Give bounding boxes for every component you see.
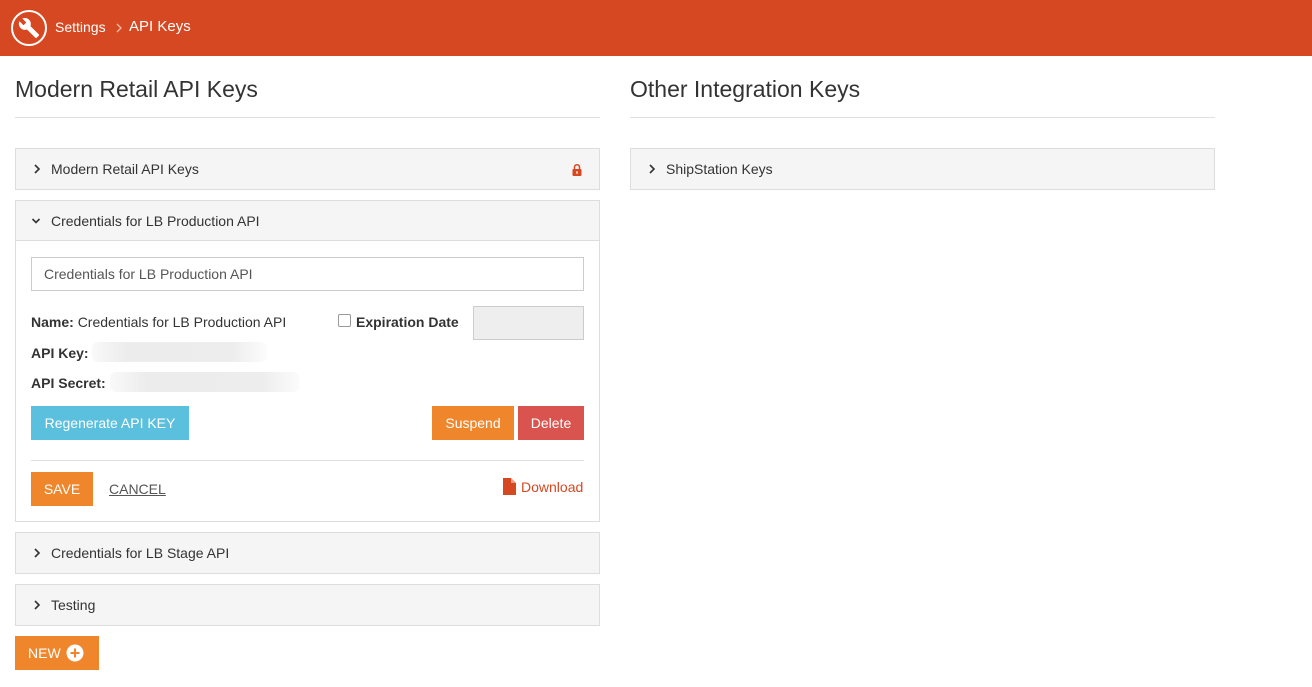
- panel-header[interactable]: Testing: [16, 585, 599, 625]
- panel-lb-production-api: Credentials for LB Production API Name: …: [15, 200, 600, 522]
- download-label: Download: [521, 478, 584, 495]
- section-divider: [15, 117, 600, 118]
- chevron-down-icon: [31, 218, 41, 224]
- expiration-checkbox[interactable]: [338, 314, 351, 327]
- breadcrumb-api-keys: API Keys: [129, 18, 191, 35]
- api-key-label: API Key:: [31, 345, 89, 361]
- panel-title: ShipStation Keys: [666, 161, 773, 177]
- panel-title: Credentials for LB Production API: [51, 213, 260, 229]
- cancel-link[interactable]: CANCEL: [109, 481, 166, 497]
- panel-shipstation-keys[interactable]: ShipStation Keys: [630, 148, 1215, 190]
- chevron-right-icon: [34, 548, 41, 558]
- panel-title: Testing: [51, 597, 96, 613]
- panel-header[interactable]: ShipStation Keys: [631, 149, 1214, 189]
- api-key-value-redacted: [92, 342, 267, 362]
- new-button[interactable]: NEW: [15, 636, 99, 670]
- save-button[interactable]: SAVE: [31, 472, 93, 506]
- download-link[interactable]: Download: [502, 478, 583, 495]
- breadcrumb-settings[interactable]: Settings: [55, 19, 106, 35]
- api-secret-label: API Secret:: [31, 375, 106, 391]
- section-title-other-integration: Other Integration Keys: [630, 76, 861, 102]
- delete-button[interactable]: Delete: [518, 406, 584, 440]
- file-icon: [503, 478, 516, 495]
- plus-circle-icon: [66, 644, 84, 662]
- panel-testing[interactable]: Testing: [15, 584, 600, 626]
- panel-header[interactable]: Credentials for LB Production API: [16, 201, 599, 241]
- new-button-label: NEW: [28, 645, 61, 661]
- suspend-button[interactable]: Suspend: [432, 406, 514, 440]
- wrench-icon[interactable]: [11, 10, 47, 46]
- panel-lb-stage-api[interactable]: Credentials for LB Stage API: [15, 532, 600, 574]
- chevron-right-icon: [116, 23, 122, 33]
- top-bar: Settings API Keys: [0, 0, 1312, 56]
- section-title-modern-retail: Modern Retail API Keys: [15, 76, 258, 102]
- panel-header[interactable]: Credentials for LB Stage API: [16, 533, 599, 573]
- divider: [31, 460, 584, 461]
- panel-modern-retail-api-keys[interactable]: Modern Retail API Keys: [15, 148, 600, 190]
- panel-title: Credentials for LB Stage API: [51, 545, 230, 561]
- chevron-right-icon: [34, 164, 41, 174]
- name-label-row: Name: Credentials for LB Production API: [31, 314, 286, 330]
- name-value: Credentials for LB Production API: [77, 314, 287, 330]
- section-divider: [630, 117, 1215, 118]
- api-secret-value-redacted: [110, 372, 300, 392]
- panel-title: Modern Retail API Keys: [51, 161, 199, 177]
- expiration-date-input[interactable]: [473, 306, 584, 340]
- panel-header[interactable]: Modern Retail API Keys: [16, 149, 599, 189]
- lock-icon: [572, 163, 582, 176]
- expiration-date-label: Expiration Date: [356, 314, 459, 330]
- chevron-right-icon: [649, 164, 656, 174]
- credential-name-input[interactable]: [31, 257, 584, 291]
- chevron-right-icon: [34, 600, 41, 610]
- regenerate-api-key-button[interactable]: Regenerate API KEY: [31, 406, 189, 440]
- name-label: Name:: [31, 314, 74, 330]
